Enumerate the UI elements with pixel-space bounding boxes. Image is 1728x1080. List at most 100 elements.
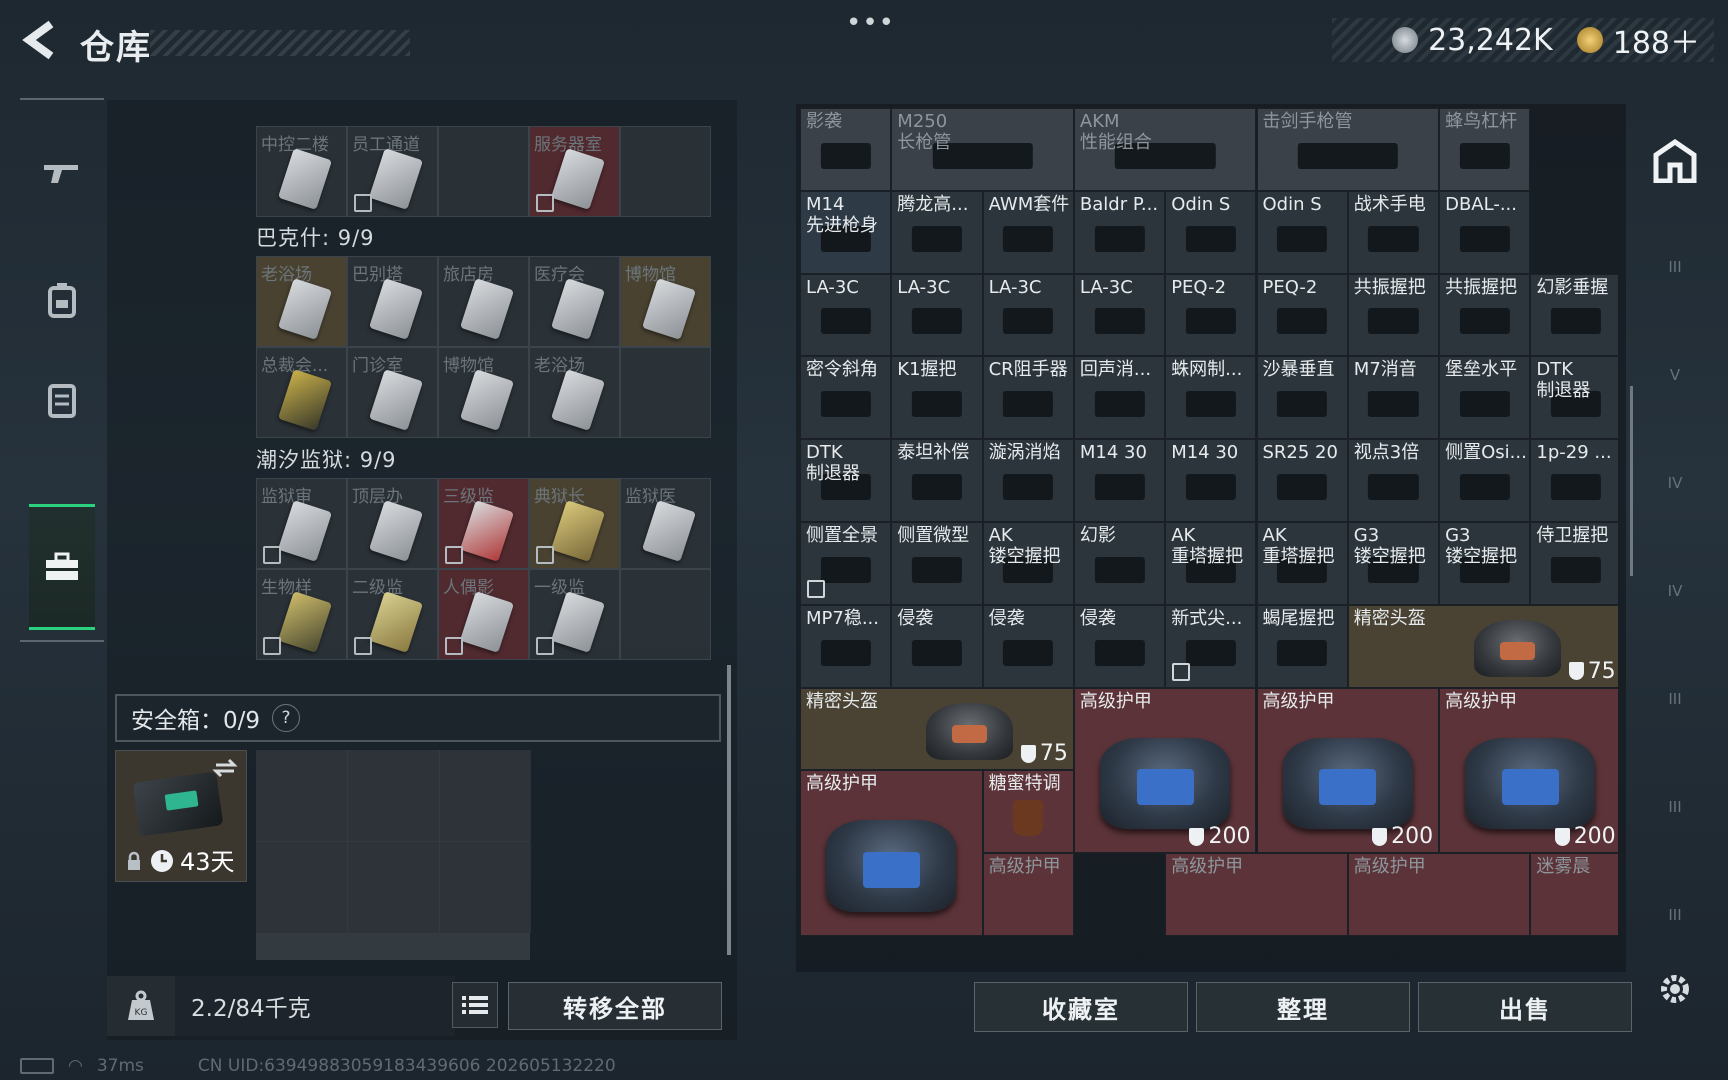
inventory-item[interactable]: 侧置Osi... [1439,439,1531,522]
inventory-item[interactable]: LA-3C [982,273,1074,357]
inventory-item[interactable]: G3 镂空握把 [1347,522,1440,605]
inventory-item[interactable]: LA-3C [891,273,983,357]
nav-tier-three-pack[interactable]: III [1648,888,1702,942]
stash-card[interactable]: 监狱审 [256,478,347,569]
stash-card[interactable]: 员工通道 [347,126,438,217]
safebox-slot[interactable] [440,842,531,933]
transfer-all-button[interactable]: 转移全部 [508,982,722,1030]
nav-tier-four-armor[interactable]: IV [1648,456,1702,510]
inventory-item[interactable]: 精密头盔 75 [800,687,1074,771]
inventory-item[interactable]: 侵袭 [982,604,1074,688]
stash-scrollbar[interactable] [727,665,731,955]
nav-tier-five-armor[interactable]: V [1648,348,1702,402]
nav-toolbox[interactable] [29,504,95,630]
stash-card[interactable]: 医疗会 [529,256,620,347]
stash-card[interactable]: 老浴场 [529,347,620,438]
inventory-item[interactable]: PEQ-2 [1256,273,1348,357]
inventory-item[interactable]: G3 镂空握把 [1439,522,1531,605]
inventory-item[interactable]: M14 30 [1165,439,1257,522]
stash-slot[interactable] [438,126,529,217]
inventory-item[interactable]: AK 镂空握把 [982,522,1074,605]
inventory-item[interactable]: DTK 制退器 [1530,356,1618,440]
inventory-item[interactable]: 精密头盔 75 [1347,604,1618,688]
nav-weapons[interactable] [20,122,104,222]
sort-button[interactable]: 整理 [1196,982,1410,1032]
list-view-button[interactable] [452,982,498,1028]
stash-card[interactable]: 巴别塔 [347,256,438,347]
inventory-item[interactable]: 影袭 [800,108,892,191]
inventory-item[interactable]: 沙暴垂直 [1256,356,1348,440]
safebox-slot[interactable] [440,750,531,841]
inventory-item[interactable]: 堡垒水平 [1439,356,1531,440]
inventory-item[interactable]: MP7稳... [800,604,892,688]
inventory-item[interactable]: 击剑手枪管 [1256,108,1440,191]
inventory-item[interactable]: K1握把 [891,356,983,440]
stash-card[interactable]: 生物样 [256,569,347,660]
inventory-scrollbar[interactable] [1630,386,1633,576]
inventory-item[interactable]: M7消音 [1347,356,1440,440]
stash-card[interactable]: 服务器室 [529,126,620,217]
inventory-item[interactable]: Odin S [1256,190,1348,274]
inventory-item[interactable]: CR阻手器 [982,356,1074,440]
inventory-item[interactable]: 侍卫握把 [1530,522,1618,605]
stash-card[interactable]: 老浴场 [256,256,347,347]
inventory-item[interactable]: 高级护甲 200 [1073,687,1257,854]
inventory-item[interactable]: 糖蜜特调 [982,770,1074,854]
nav-backpack[interactable] [20,250,104,350]
stash-card[interactable]: 顶层办 [347,478,438,569]
nav-tier-four-vest[interactable]: IV [1648,564,1702,618]
inventory-item[interactable]: 蛛网制... [1165,356,1257,440]
inventory-item[interactable]: LA-3C [800,273,892,357]
sell-button[interactable]: 出售 [1418,982,1632,1032]
inventory-item[interactable]: 侵袭 [891,604,983,688]
inventory-item[interactable]: 共振握把 [1439,273,1531,357]
inventory-item[interactable]: DBAL-... [1439,190,1531,274]
inventory-item[interactable]: 泰坦补偿 [891,439,983,522]
safebox-slot[interactable] [256,842,347,933]
stash-slot[interactable] [620,126,711,217]
stash-card[interactable]: 三级监 [438,478,529,569]
inventory-item[interactable]: 高级护甲 [1165,853,1348,936]
inventory-item[interactable]: 高级护甲 [982,853,1074,936]
inventory-item[interactable]: 腾龙高... [891,190,983,274]
collection-room-button[interactable]: 收藏室 [974,982,1188,1032]
nav-base[interactable] [1648,134,1702,188]
inventory-item[interactable]: 迷雾晨 [1530,853,1618,936]
stash-card[interactable]: 中控二楼 [256,126,347,217]
safebox-slot[interactable] [256,750,347,841]
inventory-item[interactable]: Odin S [1165,190,1257,274]
stash-slot[interactable] [620,569,711,660]
inventory-item[interactable]: PEQ-2 [1165,273,1257,357]
stash-card[interactable]: 博物馆 [620,256,711,347]
inventory-item[interactable]: DTK 制退器 [800,439,892,522]
safebox-item[interactable]: 43天 [115,750,247,882]
stash-card[interactable]: 典狱长 [529,478,620,569]
inventory-item[interactable]: 蜂鸟杠杆 [1439,108,1531,191]
more-menu-button[interactable]: ••• [846,8,895,38]
inventory-item[interactable]: 侵袭 [1073,604,1166,688]
nav-tier-three-rig[interactable]: III [1648,672,1702,726]
inventory-item[interactable]: 回声消... [1073,356,1166,440]
settings-button[interactable] [1648,962,1702,1016]
stash-card[interactable]: 二级监 [347,569,438,660]
stash-card[interactable]: 人偶影 [438,569,529,660]
nav-tier-three-armor[interactable]: III [1648,240,1702,294]
inventory-item[interactable]: 高级护甲 200 [1256,687,1440,854]
inventory-item[interactable]: 侧置微型 [891,522,983,605]
inventory-item[interactable]: M14 先进枪身 [800,190,892,274]
nav-tier-three-vest[interactable]: III [1648,780,1702,834]
inventory-item[interactable]: AK 重塔握把 [1256,522,1348,605]
inventory-item[interactable]: AKM 性能组合 [1073,108,1257,191]
inventory-item[interactable]: 漩涡消焰 [982,439,1074,522]
inventory-item[interactable]: 视点3倍 [1347,439,1440,522]
inventory-item[interactable]: AWM套件 [982,190,1074,274]
inventory-item[interactable]: 高级护甲 200 [1439,687,1618,854]
inventory-item[interactable]: 幻影 [1073,522,1166,605]
inventory-item[interactable]: 高级护甲 [1347,853,1531,936]
inventory-item[interactable]: LA-3C [1073,273,1166,357]
inventory-item[interactable]: M250 长枪管 [891,108,1074,191]
inventory-item[interactable]: 战术手电 [1347,190,1440,274]
inventory-item[interactable]: 新式尖... [1165,604,1257,688]
inventory-item[interactable]: 侧置全景 [800,522,892,605]
inventory-item[interactable]: 蝎尾握把 [1256,604,1348,688]
